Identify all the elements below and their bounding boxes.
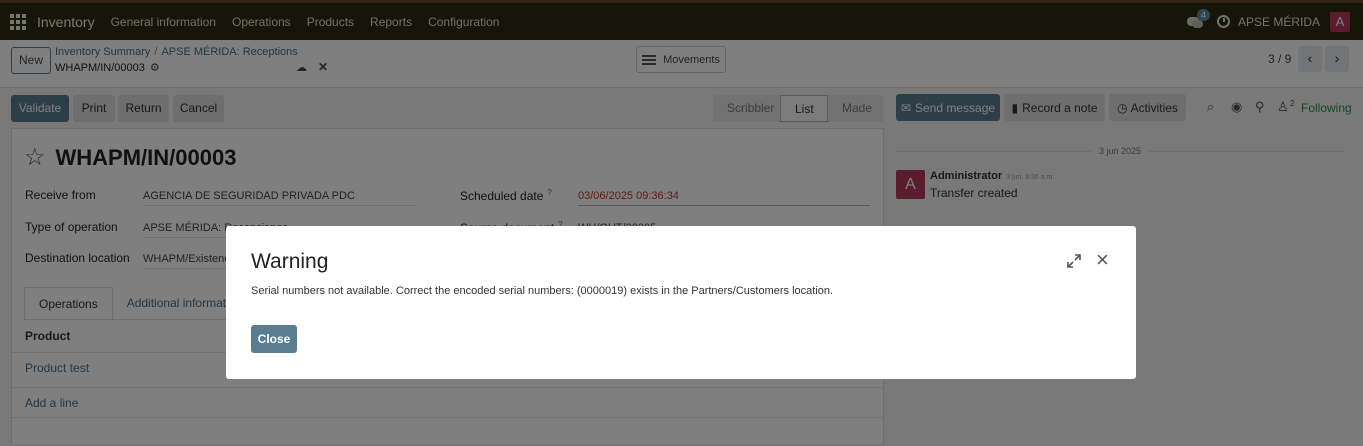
close-button[interactable]: Close (251, 325, 297, 353)
expand-icon[interactable] (1066, 253, 1082, 269)
dialog-title: Warning (251, 250, 329, 273)
close-icon[interactable]: × (1096, 249, 1109, 271)
dialog-message: Serial numbers not available. Correct th… (251, 285, 834, 297)
warning-dialog: Warning × Serial numbers not available. … (226, 226, 1136, 379)
modal-backdrop[interactable] (0, 0, 1363, 446)
